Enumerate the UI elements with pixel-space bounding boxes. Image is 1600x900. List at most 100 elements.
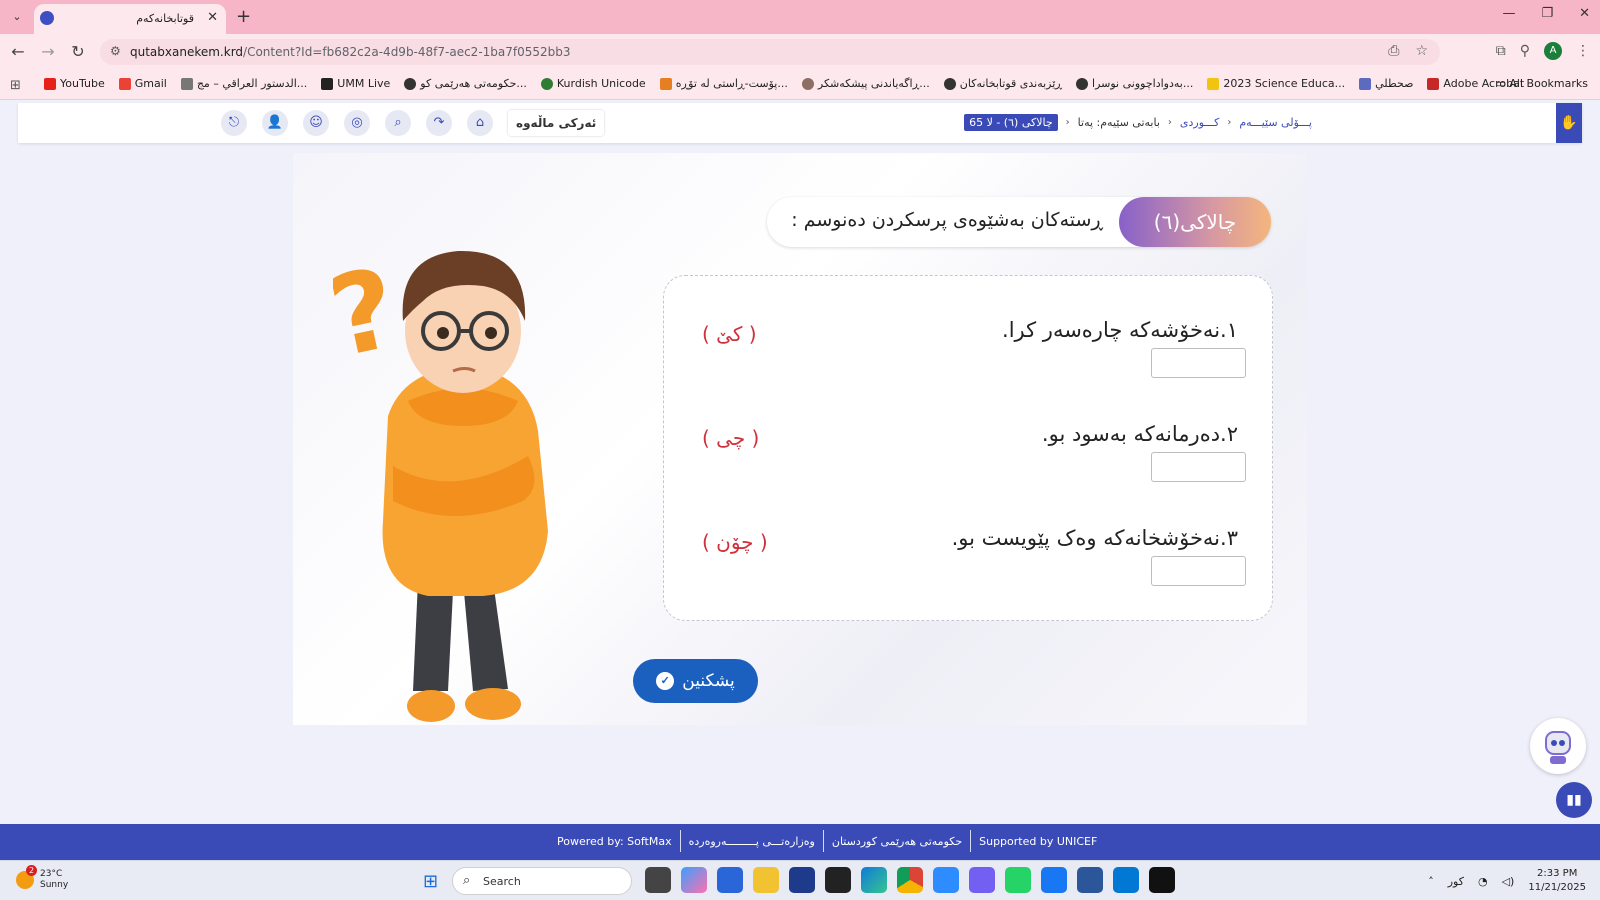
bookmark-item[interactable]: بەدواداچوونی نوسرا... [1076,77,1193,90]
question-item: ٢.دەرمانەکە بەسود بو. ( چی ) [662,414,1272,514]
browser-tab-bar: ⌄ قوتابخانەکەم ✕ + — ❐ ✕ [0,0,1600,34]
homework-button[interactable]: ئەرکی ماڵەوە [508,110,605,136]
bookmark-item[interactable]: ڕاگەیاندنی پیشکەشکر... [801,77,930,90]
bookmark-item[interactable]: صحطلي [1359,77,1413,90]
site-favicon-icon [40,11,54,25]
activity-instruction: ڕستەکان بەشێوەی پرسکردن دەنوسم : [791,209,1103,231]
weather-widget[interactable]: 2 23°C Sunny [16,865,68,891]
chatbot-widget[interactable] [1530,718,1586,774]
bookmark-item[interactable]: Gmail [118,77,167,90]
search-icon[interactable]: ⌕ [385,110,411,136]
bookmark-item[interactable]: ڕێزبەندی قوتابخانەکان [943,77,1062,90]
chrome-icon[interactable] [897,867,923,893]
zoom-icon[interactable] [933,867,959,893]
logout-icon[interactable]: ⎋ [221,110,247,136]
install-app-icon[interactable]: ⎙ [1388,43,1399,59]
camera-app-icon[interactable] [825,867,851,893]
taskbar-apps [645,867,1175,893]
profile-avatar[interactable]: A [1544,42,1562,60]
browser-toolbar: ← → ↻ ⚙ qutabxanekem.krd/Content?Id=fb68… [0,34,1600,70]
windows-start-icon[interactable]: ⊞ [423,871,438,892]
globe-icon [943,77,956,90]
file-explorer-icon[interactable] [753,867,779,893]
wifi-icon[interactable]: ◔ [1478,875,1488,888]
l-app-icon[interactable] [789,867,815,893]
address-bar[interactable]: ⚙ qutabxanekem.krd/Content?Id=fb682c2a-4… [100,39,1440,65]
hand-logo-icon[interactable]: ✋ [1556,103,1582,143]
sidebar-toggle-icon[interactable]: ▮▮ [1556,782,1592,818]
answer-input[interactable] [1151,348,1246,378]
restore-icon[interactable]: ❐ [1541,6,1553,21]
minimize-icon[interactable]: — [1502,6,1515,21]
user-icon[interactable]: 👤 [262,110,288,136]
menu-kebab-icon[interactable]: ⋮ [1576,43,1590,59]
tab-title: قوتابخانەکەم [136,12,194,25]
reload-icon[interactable]: ↻ [68,42,88,61]
footer-divider [822,830,824,852]
bookmark-item[interactable]: الدستور العراقي – مج... [180,77,307,90]
store-icon[interactable] [717,867,743,893]
chevron-up-icon[interactable]: ˄ [1428,875,1434,888]
breadcrumb-grade[interactable]: پـــۆلی سێیـــەم [1239,116,1312,129]
word-icon[interactable] [1077,867,1103,893]
footer-unicef[interactable]: Supported by UNICEF [979,835,1097,852]
check-button[interactable]: پشکنین ✓ [633,659,758,703]
bookmark-item[interactable]: UMM Live [321,77,390,90]
notification-badge: 2 [26,865,37,876]
viber-icon[interactable] [969,867,995,893]
questions-box: ١.نەخۆشەکە چارەسەر کرا. ( کێ ) ٢.دەرمانە… [663,275,1273,621]
breadcrumb-subject[interactable]: کـــوردی [1180,116,1219,129]
volume-icon[interactable]: ◁) [1502,875,1515,888]
clock-date: 11/21/2025 [1528,882,1586,893]
group-icon[interactable]: ☺ [303,110,329,136]
close-window-icon[interactable]: ✕ [1579,6,1590,21]
edge-icon[interactable] [861,867,887,893]
forward-arrow-icon[interactable]: → [38,42,58,61]
task-view-icon[interactable] [645,867,671,893]
all-bookmarks-folder[interactable]: ▭ All Bookmarks [1496,77,1588,90]
news-icon [801,77,814,90]
breadcrumb-topic[interactable]: بابەتی سێیەم: پەتا [1078,116,1160,129]
whatsapp-icon[interactable] [1005,867,1031,893]
footer-krg[interactable]: حکومەتی هەرێمی کوردستان [832,835,962,852]
facebook-icon[interactable] [1041,867,1067,893]
copilot-icon[interactable] [681,867,707,893]
terminal-icon[interactable] [1149,867,1175,893]
bookmark-item[interactable]: پۆست-ڕاستی لە تۆڕە... [659,77,788,90]
language-indicator[interactable]: کور [1448,875,1464,888]
bookmark-star-icon[interactable]: ☆ [1415,43,1428,59]
share-icon[interactable]: ↷ [426,110,452,136]
apps-grid-icon[interactable]: ⊞ [10,78,21,93]
joomla-icon [659,77,672,90]
sun-icon: 2 [16,865,37,889]
bookmark-item[interactable]: YouTube [44,77,105,90]
translate-icon[interactable]: ⧉ [1496,43,1506,59]
taskbar-search[interactable]: ⌕ Search [452,867,632,895]
clock[interactable]: 2:33 PM 11/21/2025 [1528,867,1586,895]
globe-icon [1076,77,1089,90]
svg-text:?: ? [333,244,408,382]
bookmark-item[interactable]: حکومەتی هەرێمی کو... [404,77,527,90]
new-tab-button[interactable]: + [236,6,251,27]
bookmark-item[interactable]: Kurdish Unicode [540,77,646,90]
remote-app-icon[interactable] [1113,867,1139,893]
globe-icon[interactable]: ◎ [344,110,370,136]
umm-icon [321,77,334,90]
extensions-icon[interactable]: ⚲ [1520,43,1530,59]
question-item: ١.نەخۆشەکە چارەسەر کرا. ( کێ ) [662,310,1272,410]
back-arrow-icon[interactable]: ← [8,42,28,61]
answer-input[interactable] [1151,452,1246,482]
question-text: ٣.نەخۆشخانەکە وەک پێویست بو. [951,526,1238,550]
tab-close-icon[interactable]: ✕ [207,10,218,25]
youtube-icon [44,77,56,90]
check-circle-icon: ✓ [656,672,675,690]
check-label: پشکنین [682,671,735,690]
home-icon[interactable]: ⌂ [467,110,493,136]
footer-powered-by[interactable]: Powered by: SoftMax [557,835,672,852]
tab-search-button[interactable]: ⌄ [6,7,28,27]
answer-input[interactable] [1151,556,1246,586]
footer-ministry[interactable]: وەزارەتـــی پـــــــــەروەردە [689,835,815,852]
site-info-icon[interactable]: ⚙ [110,44,121,58]
browser-tab[interactable]: قوتابخانەکەم ✕ [34,4,226,34]
bookmark-item[interactable]: 2023 Science Educa... [1207,77,1345,90]
